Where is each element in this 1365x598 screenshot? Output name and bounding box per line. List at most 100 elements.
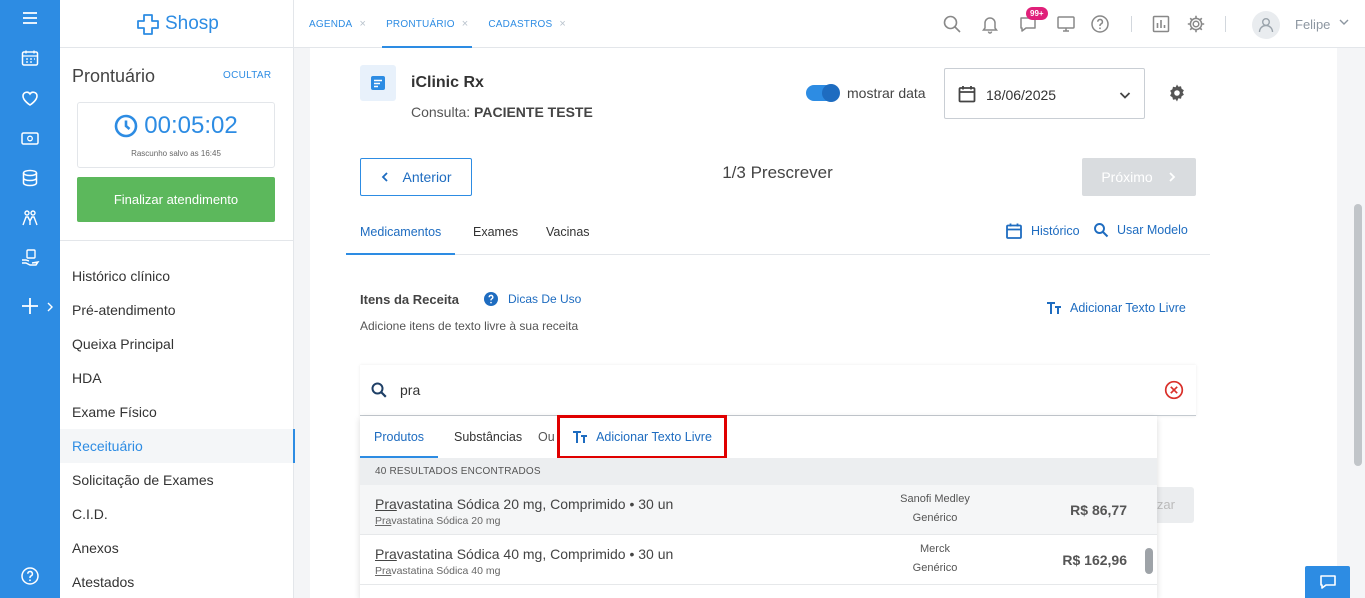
search-icon <box>371 382 387 398</box>
date-value: 18/06/2025 <box>986 87 1057 103</box>
date-select[interactable]: 18/06/2025 <box>944 68 1145 119</box>
care-hand-icon[interactable] <box>0 240 60 276</box>
scrollbar-thumb[interactable] <box>1354 204 1362 466</box>
price: R$ 86,77 <box>1070 502 1127 518</box>
show-date-toggle[interactable] <box>806 84 840 102</box>
support-chat-button[interactable] <box>1305 566 1350 598</box>
text-size-icon <box>1047 302 1061 314</box>
user-name[interactable]: Felipe <box>1295 17 1330 32</box>
help-icon[interactable] <box>0 558 60 594</box>
dropdown-scrollbar[interactable] <box>1144 546 1154 576</box>
avatar[interactable] <box>1252 11 1280 39</box>
team-icon[interactable] <box>0 200 60 236</box>
product-type: Genérico <box>912 562 958 574</box>
expand-chevron-icon[interactable] <box>46 300 54 318</box>
app-logo[interactable]: Shosp <box>135 12 219 36</box>
sidebar-item-queixa-principal[interactable]: Queixa Principal <box>60 327 294 361</box>
hide-sidebar-link[interactable]: OCULTAR <box>223 70 271 81</box>
match-text: Pra <box>375 515 392 527</box>
page-title: iClinic Rx <box>411 74 484 91</box>
tips-label: Dicas De Uso <box>508 292 582 306</box>
money-icon[interactable] <box>0 120 60 156</box>
draft-status: Rascunho salvo as 16:45 <box>131 149 221 158</box>
top-bar: Shosp AGENDA × PRONTUÁRIO × CADASTROS × 99+… <box>60 0 1365 48</box>
tab-vacinas[interactable]: Vacinas <box>546 216 590 255</box>
clear-circle-icon[interactable] <box>1164 380 1184 400</box>
next-label: Próximo <box>1101 169 1153 185</box>
add-free-text-link[interactable]: Adicionar Texto Livre <box>1046 301 1186 315</box>
monitor-icon[interactable] <box>1056 14 1076 34</box>
add-free-text-button[interactable]: Adicionar Texto Livre <box>557 415 727 459</box>
cross-logo-icon <box>137 14 159 35</box>
tab-exames[interactable]: Exames <box>473 216 518 255</box>
list-item[interactable]: Pravastatina Sódica 40 mg, Comprimido • … <box>360 535 1157 585</box>
next-button[interactable]: Próximo <box>1082 158 1196 196</box>
close-icon[interactable]: × <box>559 18 566 30</box>
tab-cadastros[interactable]: CADASTROS × <box>484 0 570 48</box>
sidebar-item-anexos[interactable]: Anexos <box>60 531 294 565</box>
sidebar-item-hda[interactable]: HDA <box>60 361 294 395</box>
history-label: Histórico <box>1031 224 1080 238</box>
tab-label: AGENDA <box>309 18 353 30</box>
menu-icon[interactable] <box>0 0 60 36</box>
bell-icon[interactable] <box>980 14 1000 34</box>
product-substance: Pravastatina Sódica 40 mg <box>375 565 501 577</box>
chevron-down-icon[interactable] <box>1338 16 1350 28</box>
consult-info: Consulta: PACIENTE TESTE <box>411 104 593 120</box>
tab-produtos[interactable]: Produtos <box>360 416 439 458</box>
product-type: Genérico <box>912 512 958 524</box>
tab-medicamentos[interactable]: Medicamentos <box>346 216 456 255</box>
search-results-dropdown: Produtos Substâncias Ou Adicionar Texto … <box>360 415 1157 598</box>
sidebar-item-pre-atendimento[interactable]: Pré-atendimento <box>60 293 294 327</box>
product-substance: Pravastatina Sódica 20 mg <box>375 515 501 527</box>
use-model-link[interactable]: Usar Modelo <box>1093 222 1188 238</box>
sidebar-item-cid[interactable]: C.I.D. <box>60 497 294 531</box>
tab-agenda[interactable]: AGENDA × <box>305 0 370 48</box>
tab-label: CADASTROS <box>488 18 553 30</box>
use-model-label: Usar Modelo <box>1117 223 1188 237</box>
calendar-icon <box>958 86 976 103</box>
app-name: Shosp <box>165 13 219 34</box>
medication-search[interactable] <box>360 365 1196 416</box>
clock-icon <box>114 114 138 138</box>
gear-icon[interactable] <box>1186 14 1206 34</box>
product-name: Pravastatina Sódica 20 mg, Comprimido • … <box>375 496 673 512</box>
calendar-icon[interactable] <box>0 40 60 76</box>
search-input[interactable] <box>400 378 1100 402</box>
sidebar-item-atestados[interactable]: Atestados <box>60 565 294 598</box>
close-icon[interactable]: × <box>359 18 366 30</box>
list-item[interactable]: Pravastatina Sódica 20 mg, Comprimido • … <box>360 485 1157 535</box>
search-icon[interactable] <box>942 14 962 34</box>
reports-icon[interactable] <box>1151 14 1171 34</box>
chevron-right-icon <box>1169 172 1175 182</box>
sidebar-title: Prontuário <box>72 66 156 86</box>
tab-substancias[interactable]: Substâncias <box>454 416 522 458</box>
finish-appointment-button[interactable]: Finalizar atendimento <box>77 177 275 222</box>
divider <box>1225 16 1226 32</box>
manufacturer: Sanofi Medley <box>900 493 970 505</box>
notification-badge: 99+ <box>1026 7 1048 20</box>
sidebar-item-historico-clinico[interactable]: Histórico clínico <box>60 259 294 293</box>
price: R$ 162,96 <box>1062 552 1127 568</box>
or-label: Ou <box>538 430 555 444</box>
history-link[interactable]: Histórico <box>1005 222 1080 240</box>
sidebar-item-exame-fisico[interactable]: Exame Físico <box>60 395 294 429</box>
calendar-icon <box>1006 223 1022 239</box>
module-tabs: AGENDA × PRONTUÁRIO × CADASTROS × <box>305 0 582 48</box>
close-icon[interactable]: × <box>462 18 469 30</box>
database-icon[interactable] <box>0 160 60 196</box>
help-icon[interactable] <box>1090 14 1110 34</box>
heart-icon[interactable] <box>0 80 60 116</box>
sidebar-item-solicitacao-exames[interactable]: Solicitação de Exames <box>60 463 294 497</box>
manufacturer: Merck <box>920 543 950 555</box>
items-title: Itens da Receita <box>360 292 459 307</box>
tab-prontuario[interactable]: PRONTUÁRIO × <box>382 0 473 48</box>
sidebar-item-receituario[interactable]: Receituário <box>60 429 295 463</box>
divider <box>1131 16 1132 32</box>
consult-label: Consulta: <box>411 104 471 120</box>
substance-rest: vastatina Sódica 40 mg <box>391 565 501 577</box>
settings-gear-icon[interactable] <box>1167 83 1187 103</box>
patient-name: PACIENTE TESTE <box>474 104 593 120</box>
page-scrollbar[interactable] <box>1353 52 1363 598</box>
tips-link[interactable]: Dicas De Uso <box>483 291 581 307</box>
